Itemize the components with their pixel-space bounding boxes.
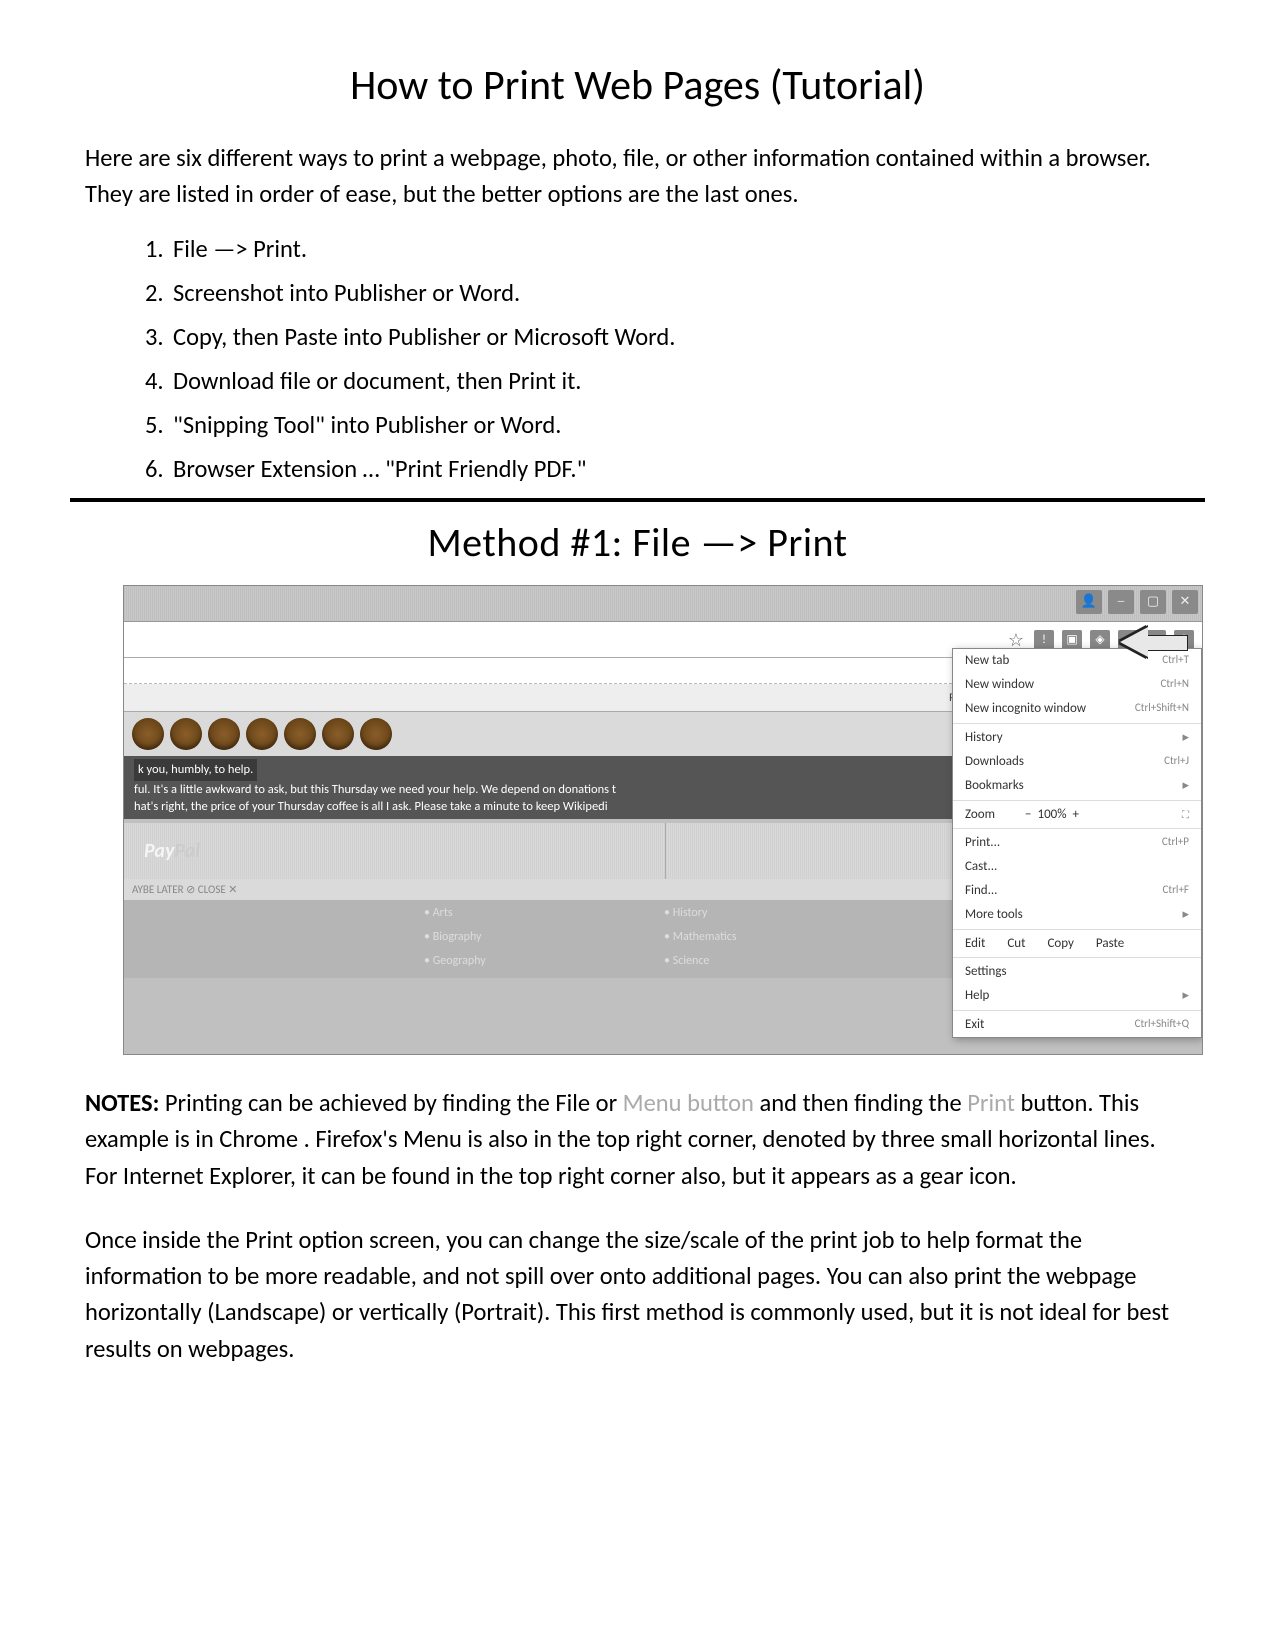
avatar-icon bbox=[322, 718, 354, 750]
menu-zoom[interactable]: Zoom − 100% + ⛶ bbox=[953, 803, 1201, 826]
close-icon: ✕ bbox=[1172, 590, 1198, 614]
menu-exit[interactable]: ExitCtrl+Shift+Q bbox=[953, 1013, 1201, 1037]
menu-print[interactable]: Print...Ctrl+P bbox=[953, 831, 1201, 855]
arrow-annotation bbox=[1120, 627, 1188, 657]
paypal-button[interactable]: PayPal bbox=[124, 823, 666, 879]
list-item: 6.Browser Extension … "Print Friendly PD… bbox=[145, 454, 1190, 484]
list-item: 4.Download file or document, then Print … bbox=[145, 366, 1190, 396]
cat-link[interactable]: Geography bbox=[424, 954, 624, 978]
notes-paragraph-2: Once inside the Print option screen, you… bbox=[85, 1222, 1190, 1367]
screenshot-container: 👤 ─ ▢ ✕ ☆ ! ▣ ◈ • ▦ ⋮ 👤 Not logged in Re… bbox=[123, 585, 1152, 1055]
extension-icon[interactable]: ▣ bbox=[1062, 630, 1082, 650]
avatar-icon bbox=[132, 718, 164, 750]
avatar-icon bbox=[208, 718, 240, 750]
menu-settings[interactable]: Settings bbox=[953, 960, 1201, 984]
menu-cut[interactable]: Cut bbox=[1007, 936, 1025, 951]
menu-more-tools[interactable]: More tools bbox=[953, 903, 1201, 927]
methods-list: 1.File —> Print. 2.Screenshot into Publi… bbox=[85, 234, 1190, 484]
divider bbox=[70, 498, 1205, 502]
browser-screenshot: 👤 ─ ▢ ✕ ☆ ! ▣ ◈ • ▦ ⋮ 👤 Not logged in Re… bbox=[123, 585, 1203, 1055]
menu-edit-row: Edit Cut Copy Paste bbox=[953, 932, 1201, 955]
menu-new-window[interactable]: New windowCtrl+N bbox=[953, 673, 1201, 697]
menu-copy[interactable]: Copy bbox=[1047, 936, 1073, 951]
maximize-icon: ▢ bbox=[1140, 590, 1166, 614]
menu-paste[interactable]: Paste bbox=[1096, 936, 1124, 951]
extension-icon[interactable]: ! bbox=[1034, 630, 1054, 650]
list-item: 5."Snipping Tool" into Publisher or Word… bbox=[145, 410, 1190, 440]
star-icon[interactable]: ☆ bbox=[1006, 630, 1026, 650]
intro-paragraph: Here are six different ways to print a w… bbox=[85, 141, 1190, 212]
minimize-icon: ─ bbox=[1108, 590, 1134, 614]
menu-incognito[interactable]: New incognito windowCtrl+Shift+N bbox=[953, 697, 1201, 721]
menu-bookmarks[interactable]: Bookmarks bbox=[953, 774, 1201, 798]
menu-find[interactable]: Find...Ctrl+F bbox=[953, 879, 1201, 903]
window-toolbar: 👤 ─ ▢ ✕ bbox=[124, 586, 1202, 622]
avatar-icon bbox=[284, 718, 316, 750]
avatar-icon bbox=[170, 718, 202, 750]
cat-link[interactable]: Arts bbox=[424, 906, 624, 930]
list-item: 2.Screenshot into Publisher or Word. bbox=[145, 278, 1190, 308]
avatar-icon bbox=[246, 718, 278, 750]
cat-link[interactable]: Biography bbox=[424, 930, 624, 954]
page-title: How to Print Web Pages (Tutorial) bbox=[85, 60, 1190, 111]
cat-link[interactable]: History bbox=[664, 906, 864, 930]
menu-downloads[interactable]: DownloadsCtrl+J bbox=[953, 750, 1201, 774]
menu-help[interactable]: Help bbox=[953, 984, 1201, 1008]
method-1-heading: Method #1: File —> Print bbox=[85, 518, 1190, 567]
notes-paragraph-1: NOTES: Printing can be achieved by findi… bbox=[85, 1085, 1190, 1194]
cat-link[interactable]: Mathematics bbox=[664, 930, 864, 954]
person-icon: 👤 bbox=[1076, 590, 1102, 614]
cat-link[interactable]: Science bbox=[664, 954, 864, 978]
menu-history[interactable]: History bbox=[953, 726, 1201, 750]
chrome-menu: New tabCtrl+T New windowCtrl+N New incog… bbox=[952, 648, 1202, 1038]
fullscreen-icon[interactable]: ⛶ bbox=[1182, 811, 1189, 819]
list-item: 1.File —> Print. bbox=[145, 234, 1190, 264]
menu-cast[interactable]: Cast... bbox=[953, 855, 1201, 879]
list-item: 3.Copy, then Paste into Publisher or Mic… bbox=[145, 322, 1190, 352]
extension-icon[interactable]: ◈ bbox=[1090, 630, 1110, 650]
avatar-icon bbox=[360, 718, 392, 750]
